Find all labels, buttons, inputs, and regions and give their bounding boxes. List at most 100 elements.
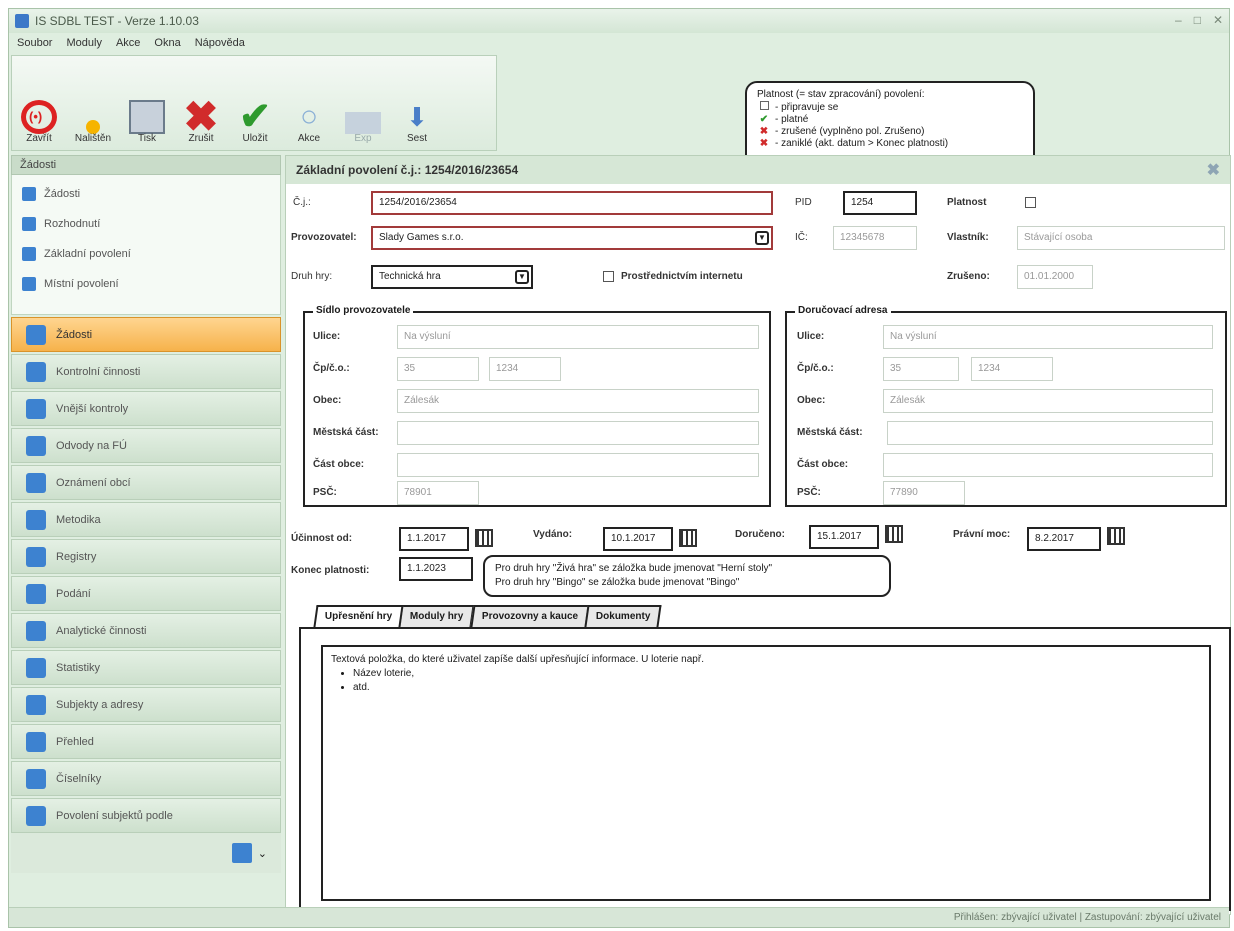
- ic-field[interactable]: 12345678: [833, 226, 917, 250]
- export-button[interactable]: Exp: [336, 56, 390, 150]
- report-button[interactable]: ⬇ Sest: [390, 56, 444, 150]
- button-label: Zrušit: [188, 133, 214, 144]
- doruc-mestska-cast-field[interactable]: [887, 421, 1213, 445]
- doruc-cp-field[interactable]: 35: [883, 357, 959, 381]
- doruc-ulice-field[interactable]: Na výsluní: [883, 325, 1213, 349]
- document-icon: [22, 217, 36, 231]
- vlastnik-field[interactable]: Stávající osoba: [1017, 226, 1225, 250]
- internet-label: Prostřednictvím internetu: [621, 271, 743, 282]
- ucinnost-label: Účinnost od:: [291, 533, 353, 544]
- sidebar-item-label: Žádosti: [44, 188, 81, 200]
- sidebar-item-zadosti[interactable]: Žádosti: [12, 179, 280, 209]
- nav-item[interactable]: Subjekty a adresy: [11, 687, 281, 722]
- chevron-down-icon[interactable]: ▼: [515, 270, 529, 284]
- doruc-cast-obce-field[interactable]: [883, 453, 1213, 477]
- nav-item[interactable]: Kontrolní činnosti: [11, 354, 281, 389]
- nav-item-label: Registry: [56, 550, 97, 563]
- doruc-psc-field[interactable]: 77890: [883, 481, 965, 505]
- nav-item[interactable]: Podání: [11, 576, 281, 611]
- ucinnost-field[interactable]: 1.1.2017: [399, 527, 469, 551]
- sidlo-cp-field[interactable]: 35: [397, 357, 479, 381]
- close-circle-icon: [21, 100, 57, 134]
- tab-label: Upřesnění hry: [324, 611, 393, 622]
- nav-item[interactable]: Žádosti: [11, 317, 281, 352]
- window-controls: – □ ✕: [1175, 13, 1223, 27]
- button-label: Akce: [297, 133, 321, 144]
- textarea-list: Název loterie, atd.: [331, 667, 1201, 695]
- nav-item[interactable]: Metodika: [11, 502, 281, 537]
- doruceno-field[interactable]: 15.1.2017: [809, 525, 879, 549]
- pid-field[interactable]: 1254: [843, 191, 917, 215]
- ic-label: IČ:: [795, 232, 808, 243]
- nav-item-label: Odvody na FÚ: [56, 439, 127, 452]
- sidlo-obec-field[interactable]: Zálesák: [397, 389, 759, 413]
- action-button[interactable]: ○ Akce: [282, 56, 336, 150]
- vydano-field[interactable]: 10.1.2017: [603, 527, 673, 551]
- maximize-icon[interactable]: □: [1194, 13, 1201, 27]
- sidebar-item-rozhodnuti[interactable]: Rozhodnutí: [12, 209, 280, 239]
- sidebar-item-zakladni-povoleni[interactable]: Základní povolení: [12, 239, 280, 269]
- upresneni-textarea[interactable]: Textová položka, do které uživatel zapíš…: [321, 645, 1211, 901]
- sidebar: Žádosti Žádosti Rozhodnutí Základní povo…: [11, 155, 281, 915]
- provozovatel-select[interactable]: Slady Games s.r.o. ▼: [371, 226, 773, 250]
- menu-item[interactable]: Moduly: [66, 37, 101, 49]
- module-nav: Žádosti Kontrolní činnosti Vnější kontroly…: [11, 317, 281, 833]
- print-button[interactable]: Tisk: [120, 56, 174, 150]
- close-window-icon[interactable]: ✕: [1213, 13, 1223, 27]
- sidlo-cast-obce-field[interactable]: [397, 453, 759, 477]
- legend-text: - zrušené (vyplněno pol. Zrušeno): [775, 126, 925, 137]
- menu-item[interactable]: Akce: [116, 37, 140, 49]
- close-button[interactable]: Zavřít: [12, 56, 66, 150]
- pravni-moc-field[interactable]: 8.2.2017: [1027, 527, 1101, 551]
- chevron-down-icon[interactable]: ▼: [755, 231, 769, 245]
- nav-item[interactable]: Přehled: [11, 724, 281, 759]
- internet-checkbox[interactable]: [603, 271, 614, 282]
- chevron-down-icon[interactable]: ⌄: [258, 847, 267, 860]
- platnost-checkbox[interactable]: [1025, 197, 1036, 208]
- doruc-co-field[interactable]: 1234: [971, 357, 1053, 381]
- tab-provozovny-kauce[interactable]: Provozovny a kauce: [470, 605, 590, 627]
- nav-item[interactable]: Číselníky: [11, 761, 281, 796]
- doruc-obec-field[interactable]: Zálesák: [883, 389, 1213, 413]
- pid-label: PID: [795, 197, 812, 208]
- sidlo-co-field[interactable]: 1234: [489, 357, 561, 381]
- cj-label: Č.j.:: [293, 197, 311, 208]
- sidlo-mestska-cast-field[interactable]: [397, 421, 759, 445]
- close-panel-icon[interactable]: ✖: [1207, 160, 1220, 180]
- tab-upresneni-hry[interactable]: Upřesnění hry: [313, 605, 404, 627]
- tab-dokumenty[interactable]: Dokumenty: [584, 605, 662, 627]
- settings-icon[interactable]: [231, 843, 252, 863]
- menu-item[interactable]: Soubor: [17, 37, 52, 49]
- minimize-icon[interactable]: –: [1175, 13, 1182, 27]
- druh-hry-select[interactable]: Technická hra ▼: [371, 265, 533, 289]
- save-button[interactable]: ✔ Uložit: [228, 56, 282, 150]
- nav-item[interactable]: Analytické činnosti: [11, 613, 281, 648]
- legend-row: ✖ - zaniklé (akt. datum > Konec platnosti…: [757, 138, 1023, 150]
- sidebar-item-mistni-povoleni[interactable]: Místní povolení: [12, 269, 280, 299]
- nav-item[interactable]: Vnější kontroly: [11, 391, 281, 426]
- nav-item[interactable]: Registry: [11, 539, 281, 574]
- calendar-icon[interactable]: [1107, 527, 1125, 545]
- menu-item[interactable]: Okna: [154, 37, 180, 49]
- calendar-icon[interactable]: [475, 529, 493, 547]
- new-button[interactable]: Nalištěn: [66, 56, 120, 150]
- nav-item[interactable]: Statistiky: [11, 650, 281, 685]
- cancel-x-icon: ✖: [183, 93, 219, 140]
- nav-item[interactable]: Odvody na FÚ: [11, 428, 281, 463]
- document-icon: [22, 277, 36, 291]
- nav-item[interactable]: Povolení subjektů podle: [11, 798, 281, 833]
- konec-field[interactable]: 1.1.2023: [399, 557, 473, 581]
- textarea-bullet: atd.: [353, 681, 1201, 695]
- module-icon: [26, 620, 46, 641]
- cancel-button[interactable]: ✖ Zrušit: [174, 56, 228, 150]
- zruseno-field[interactable]: 01.01.2000: [1017, 265, 1093, 289]
- sidebar-quick-list: Žádosti Rozhodnutí Základní povolení Mís…: [11, 175, 281, 315]
- tab-moduly-hry[interactable]: Moduly hry: [398, 605, 476, 627]
- sidlo-ulice-field[interactable]: Na výsluní: [397, 325, 759, 349]
- menu-item[interactable]: Nápověda: [195, 37, 245, 49]
- nav-item[interactable]: Oznámení obcí: [11, 465, 281, 500]
- calendar-icon[interactable]: [885, 525, 903, 543]
- sidlo-psc-field[interactable]: 78901: [397, 481, 479, 505]
- calendar-icon[interactable]: [679, 529, 697, 547]
- cj-field[interactable]: 1254/2016/23654: [371, 191, 773, 215]
